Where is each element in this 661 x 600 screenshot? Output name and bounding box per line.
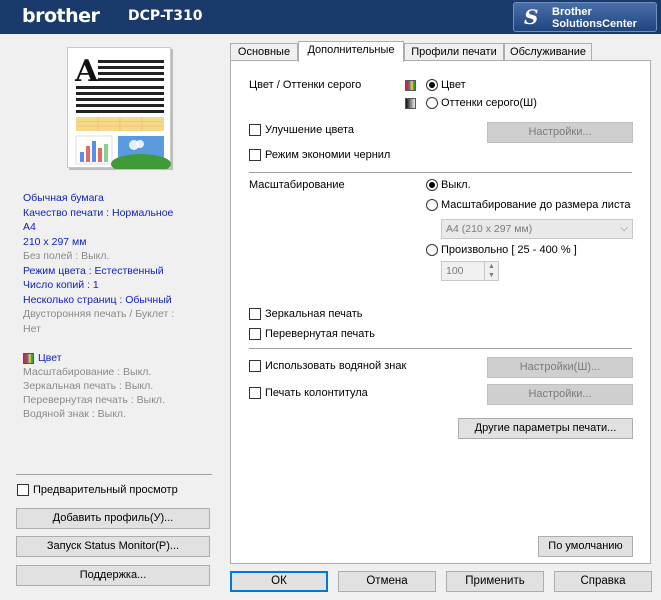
- scaling-off-radio-row[interactable]: Выкл.: [426, 179, 471, 191]
- divider-1: [249, 172, 632, 173]
- summary-scaling: Масштабирование : Выкл.: [23, 366, 152, 378]
- settings-summary-list: Обычная бумага Качество печати : Нормаль…: [23, 191, 174, 336]
- ink-save-label: Режим экономии чернил: [265, 149, 391, 161]
- header-footer-row[interactable]: Печать колонтитула: [249, 387, 368, 399]
- color-enhancement-row[interactable]: Улучшение цвета: [249, 124, 354, 136]
- custom-scaling-radio[interactable]: [426, 244, 438, 256]
- scaling-off-radio[interactable]: [426, 179, 438, 191]
- custom-scaling-radio-row[interactable]: Произвольно [ 25 - 400 % ]: [426, 244, 577, 256]
- preview-checkbox[interactable]: [17, 484, 29, 496]
- svg-text:A: A: [74, 54, 99, 89]
- page-preview: A: [67, 47, 171, 174]
- grayscale-radio-label: Оттенки серого(Ш): [441, 97, 537, 109]
- summary-multi-page: Несколько страниц : Обычный: [23, 293, 172, 306]
- summary-color: Цвет: [38, 352, 62, 364]
- mirror-checkbox[interactable]: [249, 308, 261, 320]
- fit-to-paper-radio[interactable]: [426, 199, 438, 211]
- summary-duplex: Двусторонняя печать / Буклет :: [23, 308, 175, 320]
- advanced-summary-list: Цвет Масштабирование : Выкл. Зеркальная …: [23, 351, 165, 421]
- default-button[interactable]: По умолчанию: [538, 536, 633, 557]
- summary-duplex-value: Нет: [23, 322, 41, 335]
- color-radio-label: Цвет: [441, 79, 466, 91]
- preview-checkbox-row[interactable]: Предварительный просмотр: [17, 484, 178, 496]
- color-enhancement-settings-button[interactable]: Настройки...: [487, 122, 633, 143]
- paper-size-select[interactable]: A4 (210 x 297 мм) ⌵: [441, 219, 633, 239]
- watermark-settings-button[interactable]: Настройки(Ш)...: [487, 357, 633, 378]
- summary-paper-type: Обычная бумага: [23, 192, 104, 204]
- summary-watermark: Водяной знак : Выкл.: [23, 408, 126, 420]
- grayscale-radio-row[interactable]: Оттенки серого(Ш): [426, 97, 537, 109]
- solutions-center-line1: Brother: [552, 6, 592, 18]
- title-bar: brother DCP-T310 S Brother SolutionsCent…: [0, 0, 661, 34]
- cancel-button[interactable]: Отмена: [338, 571, 436, 592]
- reverse-row[interactable]: Перевернутая печать: [249, 328, 375, 340]
- reverse-checkbox[interactable]: [249, 328, 261, 340]
- header-footer-settings-button[interactable]: Настройки...: [487, 384, 633, 405]
- color-grayscale-label: Цвет / Оттенки серого: [249, 79, 362, 91]
- add-profile-button[interactable]: Добавить профиль(У)...: [16, 508, 210, 529]
- tab-advanced[interactable]: Дополнительные: [298, 41, 404, 62]
- support-button[interactable]: Поддержка...: [16, 565, 210, 586]
- mirror-row[interactable]: Зеркальная печать: [249, 308, 363, 320]
- fit-to-paper-radio-row[interactable]: Масштабирование до размера листа: [426, 199, 631, 211]
- fit-to-paper-label: Масштабирование до размера листа: [441, 199, 631, 211]
- summary-quality: Качество печати : Нормальное: [23, 206, 174, 219]
- color-radio[interactable]: [426, 79, 438, 91]
- grayscale-radio[interactable]: [426, 97, 438, 109]
- status-monitor-button[interactable]: Запуск Status Monitor(P)...: [16, 536, 210, 557]
- apply-button[interactable]: Применить: [446, 571, 544, 592]
- summary-color-mode: Режим цвета : Естественный: [23, 264, 164, 277]
- tab-maintenance[interactable]: Обслуживание: [504, 43, 592, 61]
- header-footer-label: Печать колонтитула: [265, 387, 368, 399]
- color-enhancement-checkbox[interactable]: [249, 124, 261, 136]
- scaling-off-label: Выкл.: [441, 179, 471, 191]
- grayscale-icon: [405, 98, 416, 109]
- color-mode-icon: [405, 80, 416, 91]
- tab-basic[interactable]: Основные: [230, 43, 298, 61]
- watermark-label: Использовать водяной знак: [265, 360, 407, 372]
- color-radio-row[interactable]: Цвет: [426, 79, 466, 91]
- custom-scaling-label: Произвольно [ 25 - 400 % ]: [441, 244, 577, 256]
- summary-dimensions: 210 x 297 мм: [23, 235, 87, 248]
- ink-save-row[interactable]: Режим экономии чернил: [249, 149, 390, 161]
- custom-scaling-stepper[interactable]: 100 ▲ ▼: [441, 261, 499, 281]
- color-icon: [23, 352, 34, 364]
- watermark-row[interactable]: Использовать водяной знак: [249, 360, 406, 372]
- chevron-down-icon: ⌵: [620, 223, 628, 234]
- help-button[interactable]: Справка: [554, 571, 652, 592]
- solutions-center-icon: S: [524, 5, 539, 29]
- other-print-options-button[interactable]: Другие параметры печати...: [458, 418, 633, 439]
- summary-mirror: Зеркальная печать : Выкл.: [23, 380, 154, 392]
- tab-print-profiles[interactable]: Профили печати: [404, 43, 504, 61]
- stepper-arrows-icon[interactable]: ▲ ▼: [484, 262, 498, 280]
- printer-model: DCP-T310: [128, 8, 203, 24]
- summary-paper-size: A4: [23, 221, 36, 233]
- mirror-label: Зеркальная печать: [265, 308, 363, 320]
- summary-reverse: Перевернутая печать : Выкл.: [23, 394, 165, 406]
- ink-save-checkbox[interactable]: [249, 149, 261, 161]
- custom-scaling-value: 100: [446, 265, 464, 277]
- summary-borderless: Без полей : Выкл.: [23, 250, 110, 262]
- summary-color-line: Цвет: [23, 351, 165, 365]
- scaling-label: Масштабирование: [249, 179, 345, 191]
- reverse-label: Перевернутая печать: [265, 328, 375, 340]
- paper-size-select-value: A4 (210 x 297 мм): [446, 223, 533, 235]
- brand-logo: brother: [22, 5, 100, 27]
- left-divider: [16, 474, 212, 475]
- solutions-center-button[interactable]: S Brother SolutionsCenter: [513, 2, 657, 32]
- preview-checkbox-label: Предварительный просмотр: [33, 484, 178, 496]
- watermark-checkbox[interactable]: [249, 360, 261, 372]
- divider-2: [249, 348, 632, 349]
- solutions-center-line2: SolutionsCenter: [552, 18, 637, 30]
- ok-button[interactable]: ОК: [230, 571, 328, 592]
- summary-copies: Число копий : 1: [23, 279, 99, 291]
- color-enhancement-label: Улучшение цвета: [265, 124, 355, 136]
- page-preview-image: A: [74, 54, 171, 174]
- header-footer-checkbox[interactable]: [249, 387, 261, 399]
